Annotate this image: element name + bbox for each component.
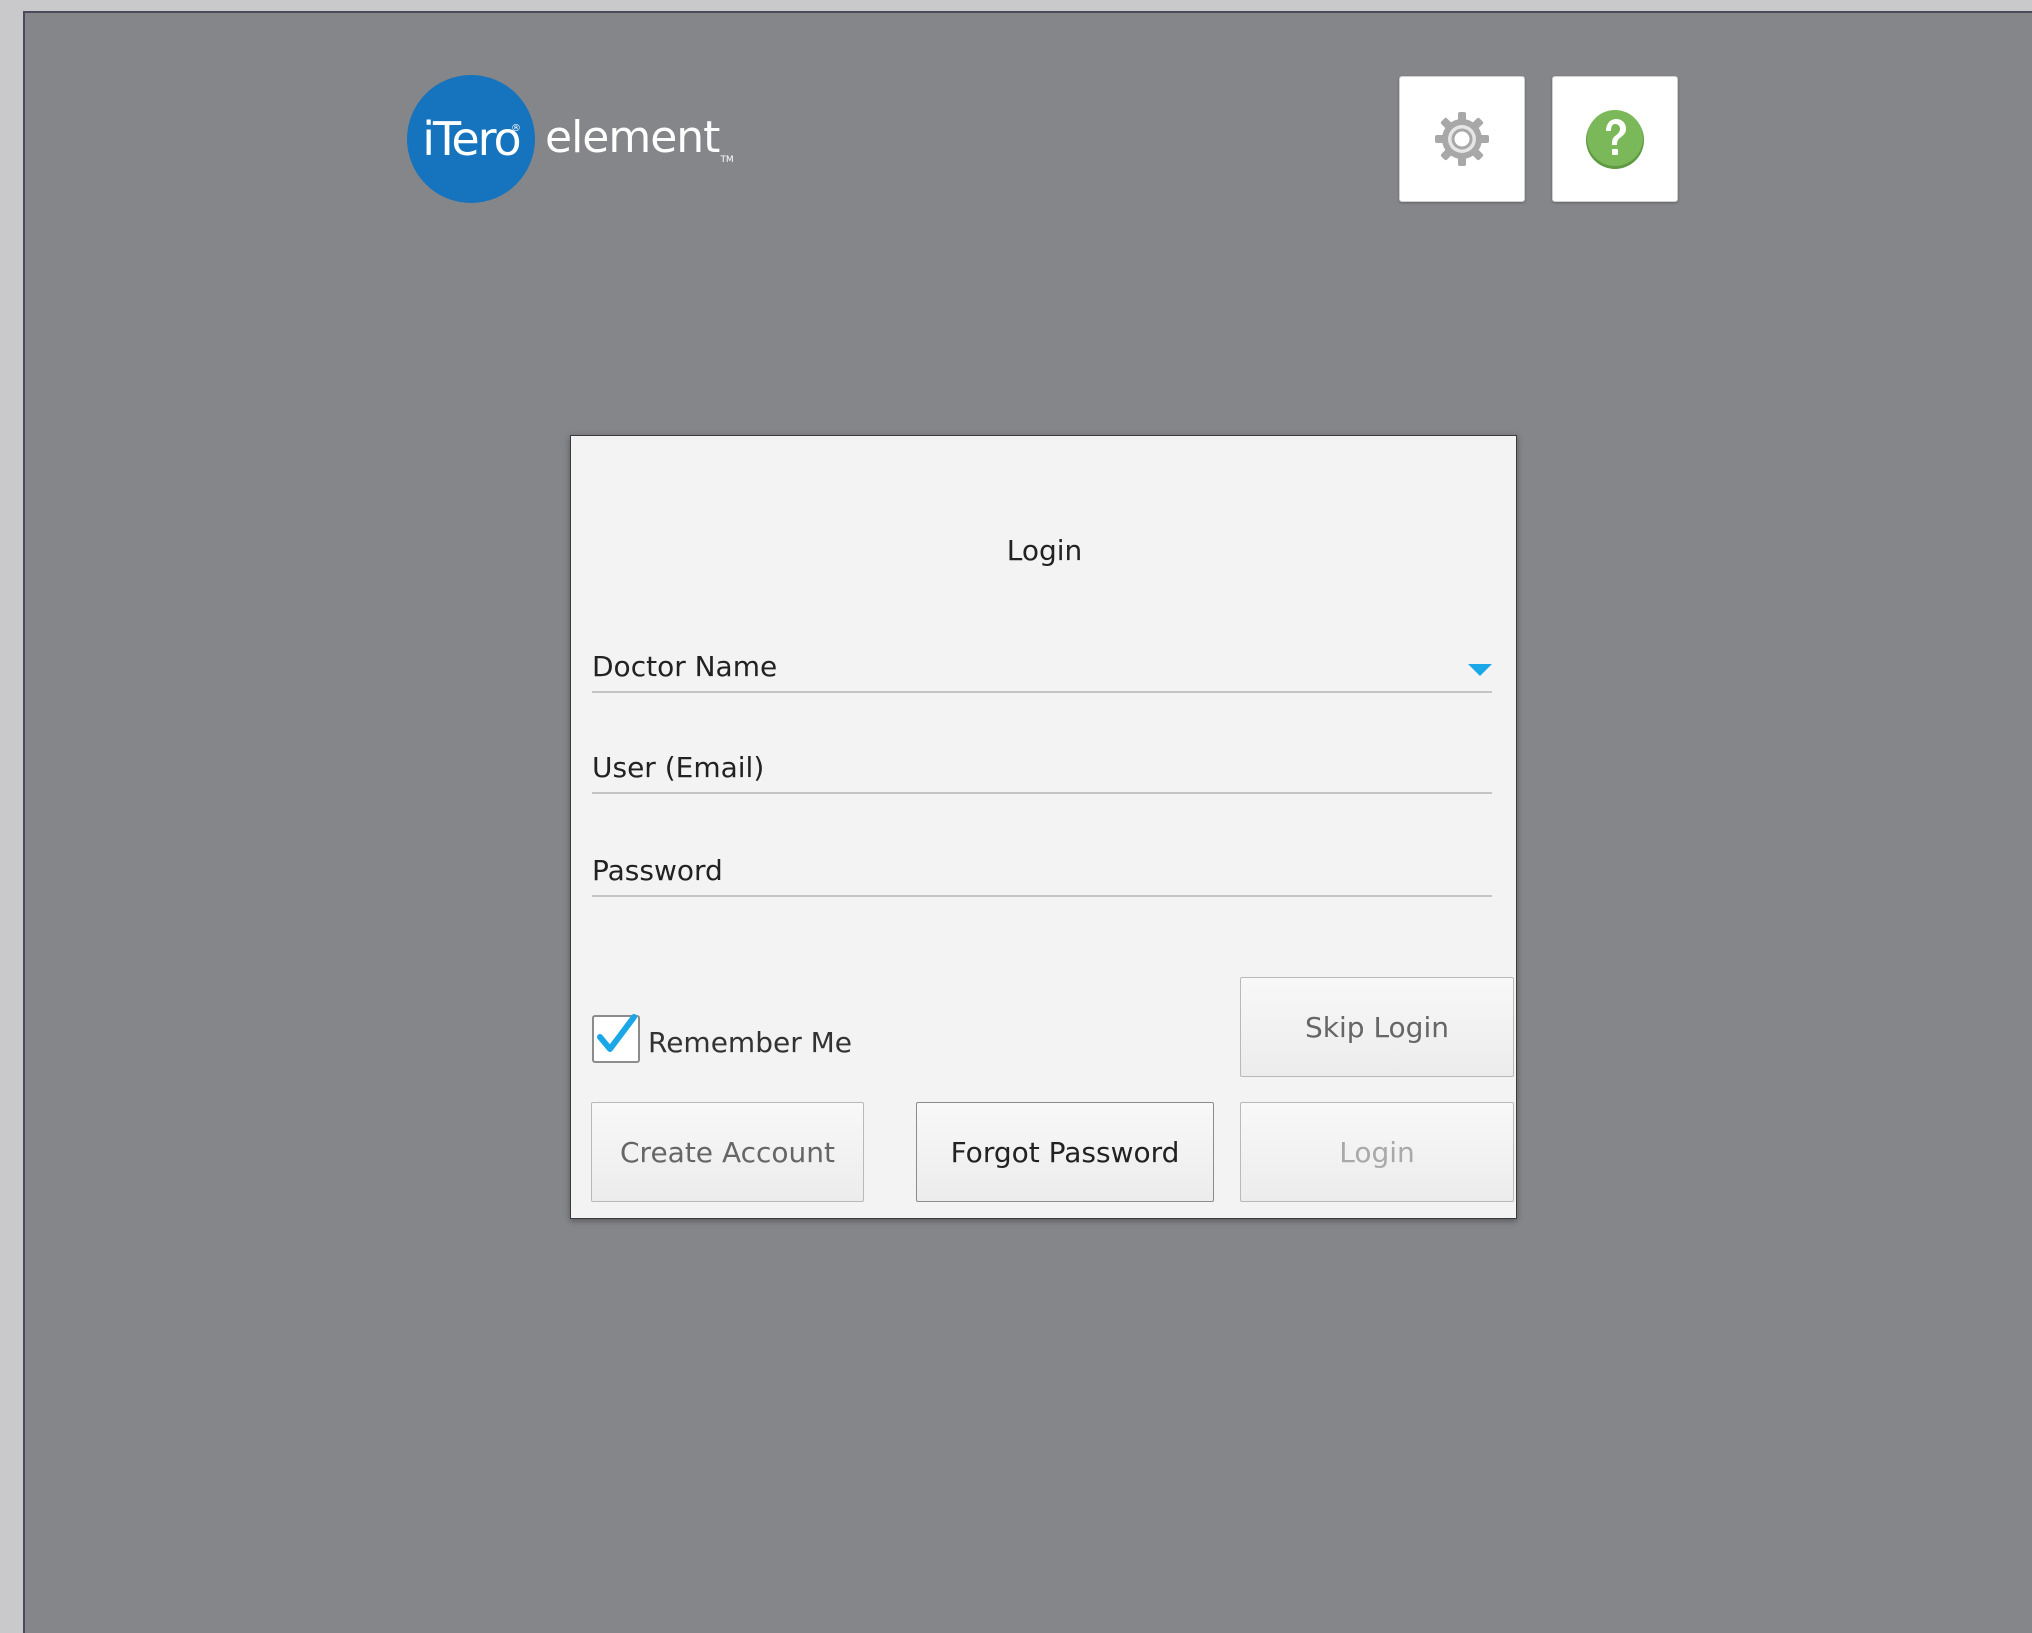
logo-registered-mark: ® [511,123,521,134]
logo-trademark: TM [720,154,734,165]
question-icon [1586,110,1644,169]
help-button[interactable] [1552,76,1678,202]
chevron-down-icon[interactable] [1468,664,1492,676]
doctor-name-dropdown[interactable]: Doctor Name [592,639,1492,693]
user-email-field[interactable]: User (Email) [592,740,1492,794]
logo-word-text: element [545,111,720,163]
logo-badge-text: iTero [422,112,521,166]
remember-me[interactable]: Remember Me [592,1014,852,1063]
gear-icon [1435,112,1489,166]
checkmark-icon [597,1014,637,1052]
itero-element-logo: iTero ® elementTM [407,75,734,203]
settings-button[interactable] [1399,76,1525,202]
user-email-label: User (Email) [592,751,765,784]
logo-badge: iTero ® [407,75,535,203]
login-form: Doctor Name User (Email) Password Rememb… [568,433,1515,1217]
remember-me-label: Remember Me [648,1025,852,1059]
password-field[interactable]: Password [592,843,1492,897]
logo-wordmark: elementTM [545,112,734,165]
remember-me-checkbox[interactable] [592,1014,640,1063]
create-account-button[interactable]: Create Account [591,1102,864,1202]
login-button[interactable]: Login [1240,1102,1514,1202]
skip-login-button[interactable]: Skip Login [1240,977,1514,1077]
password-label: Password [592,854,723,887]
doctor-name-label: Doctor Name [592,650,778,683]
forgot-password-button[interactable]: Forgot Password [916,1102,1214,1202]
